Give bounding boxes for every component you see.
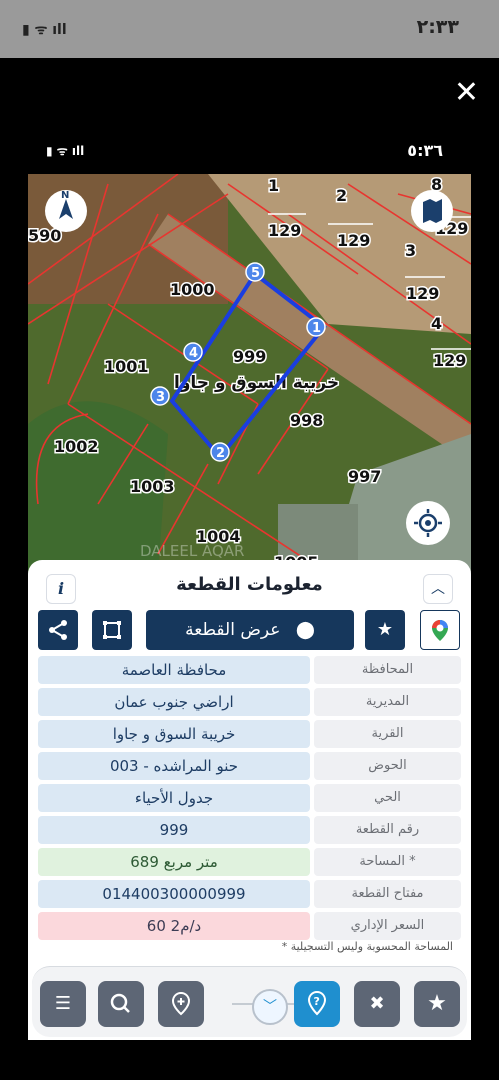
detail-value: جدول الأحياء [38,784,310,812]
place-button[interactable] [158,981,204,1027]
tools-button[interactable]: ✖ [354,981,400,1027]
inner-status-bar: ▮ ᯤ ıll ٥:٣٦ [28,128,471,174]
watermark: DALEEL AQAR [140,542,244,560]
share-icon [49,620,67,640]
chevron-down-icon[interactable]: ﹀ [252,989,288,1025]
detail-row-village: خريبة السوق و جاوا القرية [38,720,461,748]
detail-value: حنو المراشده - 003 [38,752,310,780]
detail-label: مفتاح القطعة [314,880,461,908]
parcel-label: 1003 [130,477,175,496]
polygon-icon [103,621,121,639]
block-number-label: 1 [268,176,279,195]
search-icon [110,993,130,1013]
detail-value: اراضي جنوب عمان [38,688,310,716]
star-icon: ★ [376,619,394,640]
detail-row-admin-price: 60 د/م2 السعر الإداري [38,912,461,940]
vertex-label: 1 [312,321,321,336]
view-parcel-label: عرض القطعة [185,620,281,640]
parcel-label: 1001 [104,357,149,376]
parcel-label: 1000 [170,280,215,299]
share-button[interactable] [38,610,78,650]
parcel-label: 997 [348,467,381,486]
svg-text:?: ? [314,995,320,1008]
outer-status-bar: ▮ ᯤ ıll ٢:٣٣ [0,0,499,58]
panel-title: معلومات القطعة [176,574,323,595]
inner-status-time: ٥:٣٦ [407,141,443,160]
village-label: خريبة السوق و جاوا [174,373,339,393]
detail-label: الحوض [314,752,461,780]
tools-icon: ✖ [369,993,385,1014]
block-number-label: 2 [336,186,347,205]
vertex-label: 3 [156,390,165,405]
parcel-label: 999 [233,347,266,366]
list-button[interactable]: ☰ [40,981,86,1027]
block-number-label: 3 [405,241,416,260]
detail-label: المساحة * [314,848,461,876]
detail-value: خريبة السوق و جاوا [38,720,310,748]
search-button[interactable] [98,981,144,1027]
detail-label: القرية [314,720,461,748]
detail-value: 014400300000999 [38,880,310,908]
detail-row-neighborhood: جدول الأحياء الحي [38,784,461,812]
detail-row-governorate: محافظة العاصمة المحافظة [38,656,461,684]
list-icon: ☰ [54,993,72,1014]
detail-label: السعر الإداري [314,912,461,940]
parcel-label: 998 [290,411,323,430]
parcel-label: 1002 [54,437,99,456]
detail-value: محافظة العاصمة [38,656,310,684]
detail-label: رقم القطعة [314,816,461,844]
detail-row-basin: حنو المراشده - 003 الحوض [38,752,461,780]
star-icon: ★ [427,991,447,1016]
detail-row-parcel-number: 999 رقم القطعة [38,816,461,844]
favorite-button[interactable]: ★ [365,610,405,650]
view-parcel-button[interactable]: عرض القطعة ⬤ [146,610,354,650]
location-pin-icon: ⬤ [295,620,315,640]
block-number-label: 4 [431,314,442,333]
detail-row-parcel-key: 014400300000999 مفتاح القطعة [38,880,461,908]
inner-status-icons: ▮ ᯤ ıll [46,144,85,158]
detail-label: الحي [314,784,461,812]
vertex-label: 5 [251,266,260,281]
detail-value: 999 [38,816,310,844]
close-icon[interactable]: ✕ [454,78,479,108]
map-icon[interactable] [411,190,453,232]
locate-icon[interactable] [406,501,450,545]
google-maps-button[interactable] [420,610,460,650]
block-value-label: 129 [433,351,466,370]
svg-text:N: N [61,190,69,201]
chevron-up-icon[interactable]: ︿ [423,574,453,604]
area-note: * المساحة المحسوبة وليس التسجيلية [281,940,453,953]
detail-label: المحافظة [314,656,461,684]
block-value-label: 129 [406,284,439,303]
block-value-label: 129 [337,231,370,250]
google-maps-icon [432,620,448,641]
screenshot-frame: ▮ ᯤ ıll ٥:٣٦ 129 129 129 129 129 1 2 3 4… [28,128,471,1040]
detail-value: 689 متر مربع [38,848,310,876]
detail-label: المديرية [314,688,461,716]
help-icon: ? [307,990,327,1016]
compass-icon[interactable]: N [45,190,87,232]
bottom-toolbar: ☰ ﹀ ? ✖ ★ [32,966,467,1037]
vertex-label: 2 [216,446,225,461]
help-button[interactable]: ? [294,981,340,1027]
place-icon [171,991,191,1016]
favorites-button[interactable]: ★ [414,981,460,1027]
vertex-label: 4 [189,346,198,361]
detail-value: 60 د/م2 [38,912,310,940]
details-table: محافظة العاصمة المحافظة اراضي جنوب عمان … [38,656,461,944]
map-view[interactable]: 129 129 129 129 129 1 2 3 4 8 1000 999 1… [28,174,471,574]
block-value-label: 129 [268,221,301,240]
polygon-button[interactable] [92,610,132,650]
detail-row-area: 689 متر مربع المساحة * [38,848,461,876]
detail-row-directorate: اراضي جنوب عمان المديرية [38,688,461,716]
status-time: ٢:٣٣ [416,16,459,38]
status-icons: ▮ ᯤ ıll [22,22,67,38]
